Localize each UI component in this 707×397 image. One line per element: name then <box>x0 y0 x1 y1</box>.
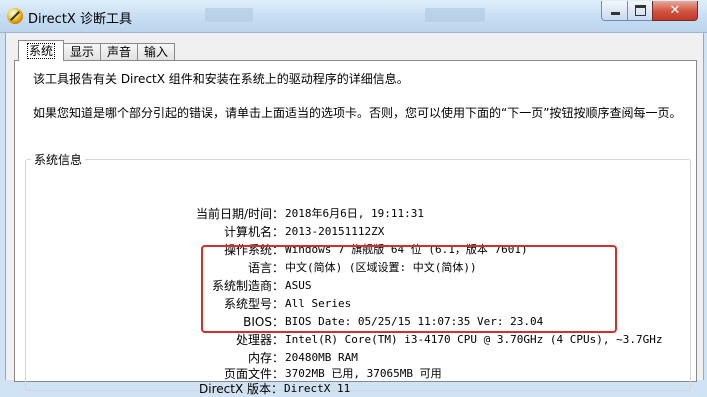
system-info-title: 系统信息 <box>31 151 86 168</box>
tab-strip: 系统 显示 声音 输入 <box>18 40 176 61</box>
blurred-region <box>205 8 253 22</box>
tab-display[interactable]: 显示 <box>63 43 102 61</box>
close-icon: ✕ <box>669 3 681 18</box>
tab-input[interactable]: 输入 <box>137 43 176 61</box>
tab-system[interactable]: 系统 <box>18 40 65 61</box>
tab-label: 显示 <box>70 45 95 59</box>
title-bar[interactable]: DirectX 诊断工具 ✕ <box>0 0 707 33</box>
tab-sound[interactable]: 声音 <box>100 43 139 61</box>
info-label: DirectX 版本： <box>199 382 283 396</box>
info-row-directx-version: DirectX 版本： DirectX 11 <box>14 381 695 397</box>
info-label: 内存： <box>247 351 284 365</box>
description-line-2: 如果您知道是哪个部分引起的错误，请单击上面适当的选项卡。否则，您可以使用下面的“… <box>33 106 682 120</box>
maximize-button[interactable] <box>627 1 654 21</box>
minimize-button[interactable] <box>601 1 629 21</box>
directx-diagnostic-icon <box>7 8 23 24</box>
info-value: 2018年6月6日, 19:11:31 <box>285 207 424 220</box>
window-client-area: 系统 显示 声音 输入 该工具报告有关 DirectX 组件和安装在系统上的驱动… <box>5 33 704 396</box>
tab-label: 声音 <box>107 45 132 59</box>
info-value: DirectX 11 <box>284 382 351 395</box>
info-row-memory: 内存： 20480MB RAM <box>15 350 696 366</box>
close-button[interactable]: ✕ <box>652 1 698 21</box>
system-tab-panel: 该工具报告有关 DirectX 组件和安装在系统上的驱动程序的详细信息。 如果您… <box>14 60 697 391</box>
tab-label: 输入 <box>144 45 169 59</box>
info-label: 计算机名： <box>223 225 284 239</box>
tab-label: 系统 <box>27 43 56 59</box>
info-row-processor: 处理器： Intel(R) Core(TM) i3-4170 CPU @ 3.7… <box>15 332 696 348</box>
blurred-region <box>425 8 485 22</box>
info-value: Intel(R) Core(TM) i3-4170 CPU @ 3.70GHz … <box>285 333 663 346</box>
info-row-computer-name: 计算机名： 2013-20151112ZX <box>15 224 696 240</box>
minimize-icon <box>610 12 620 15</box>
info-value: 20480MB RAM <box>285 351 358 364</box>
info-value: 2013-20151112ZX <box>285 225 385 238</box>
info-row-datetime: 当前日期/时间： 2018年6月6日, 19:11:31 <box>15 206 696 222</box>
hardware-highlight-box <box>201 245 617 333</box>
description-line-1: 该工具报告有关 DirectX 组件和安装在系统上的驱动程序的详细信息。 <box>33 72 409 86</box>
window-title: DirectX 诊断工具 <box>28 12 132 27</box>
maximize-icon <box>635 5 646 16</box>
info-label: 当前日期/时间： <box>195 207 284 221</box>
info-label: 处理器： <box>235 333 284 347</box>
